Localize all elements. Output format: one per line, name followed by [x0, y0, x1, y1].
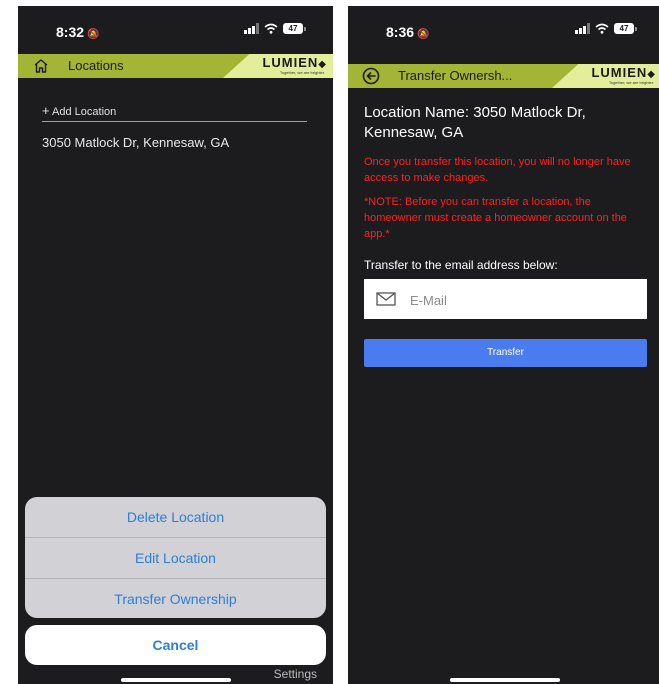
bell-slash-icon: 🔕 [417, 29, 430, 40]
edit-location-button[interactable]: Edit Location [25, 537, 326, 578]
home-icon[interactable] [33, 58, 49, 74]
action-sheet: Delete Location Edit Location Transfer O… [25, 497, 326, 618]
logo-tagline: Together, we are brighter. [608, 80, 654, 85]
divider [42, 121, 307, 122]
home-indicator [450, 678, 560, 682]
location-name: Location Name: 3050 Matlock Dr, Kennesaw… [364, 104, 586, 141]
signal-icon [575, 23, 590, 34]
transfer-ownership-screen: 8:36 🔕 47 Transfer Ownersh... LUMIEN◆ Tog… [348, 6, 659, 684]
logo-tagline: Together, we are brighter. [279, 70, 325, 75]
signal-icon [244, 23, 259, 34]
wifi-icon [595, 23, 609, 34]
header-title: Transfer Ownersh... [398, 68, 513, 83]
wifi-icon [264, 23, 278, 34]
tab-settings[interactable]: Settings [274, 667, 317, 681]
status-bar: 8:36 🔕 47 [348, 6, 659, 54]
transfer-warning: Once you transfer this location, you wil… [364, 156, 631, 184]
delete-location-button[interactable]: Delete Location [25, 497, 326, 537]
header-title: Locations [68, 58, 124, 73]
status-bar: 8:32 🔕 47 [18, 6, 333, 54]
home-indicator [121, 678, 231, 682]
mail-icon [376, 292, 396, 306]
lumien-logo: LUMIEN◆ [591, 65, 656, 80]
plus-icon: + [42, 103, 50, 118]
email-field[interactable] [364, 279, 647, 319]
bell-slash-icon: 🔕 [87, 29, 100, 40]
email-input[interactable] [408, 285, 642, 315]
location-item[interactable]: 3050 Matlock Dr, Kennesaw, GA [42, 135, 229, 150]
status-time: 8:36 🔕 [386, 24, 430, 40]
transfer-ownership-button[interactable]: Transfer Ownership [25, 578, 326, 618]
battery-icon: 47 [614, 23, 637, 34]
lumien-logo: LUMIEN◆ [262, 55, 327, 70]
back-arrow-icon[interactable] [362, 67, 380, 85]
battery-icon: 47 [283, 23, 306, 34]
transfer-note: *NOTE: Before you can transfer a locatio… [364, 196, 627, 240]
status-time: 8:32 🔕 [56, 24, 100, 40]
header-bar: Transfer Ownersh... LUMIEN◆ Together, we… [348, 64, 659, 88]
add-location-button[interactable]: + Add Location [42, 103, 116, 118]
status-indicators: 47 [244, 23, 306, 34]
transfer-button[interactable]: Transfer [364, 339, 647, 367]
transfer-label: Transfer to the email address below: [364, 258, 558, 272]
cancel-button[interactable]: Cancel [25, 625, 326, 665]
locations-screen: 8:32 🔕 47 Locations LUMIEN◆ Together, we … [18, 6, 333, 684]
status-indicators: 47 [575, 23, 637, 34]
add-location-label: Add Location [52, 106, 117, 118]
header-bar: Locations LUMIEN◆ Together, we are brigh… [18, 54, 333, 78]
